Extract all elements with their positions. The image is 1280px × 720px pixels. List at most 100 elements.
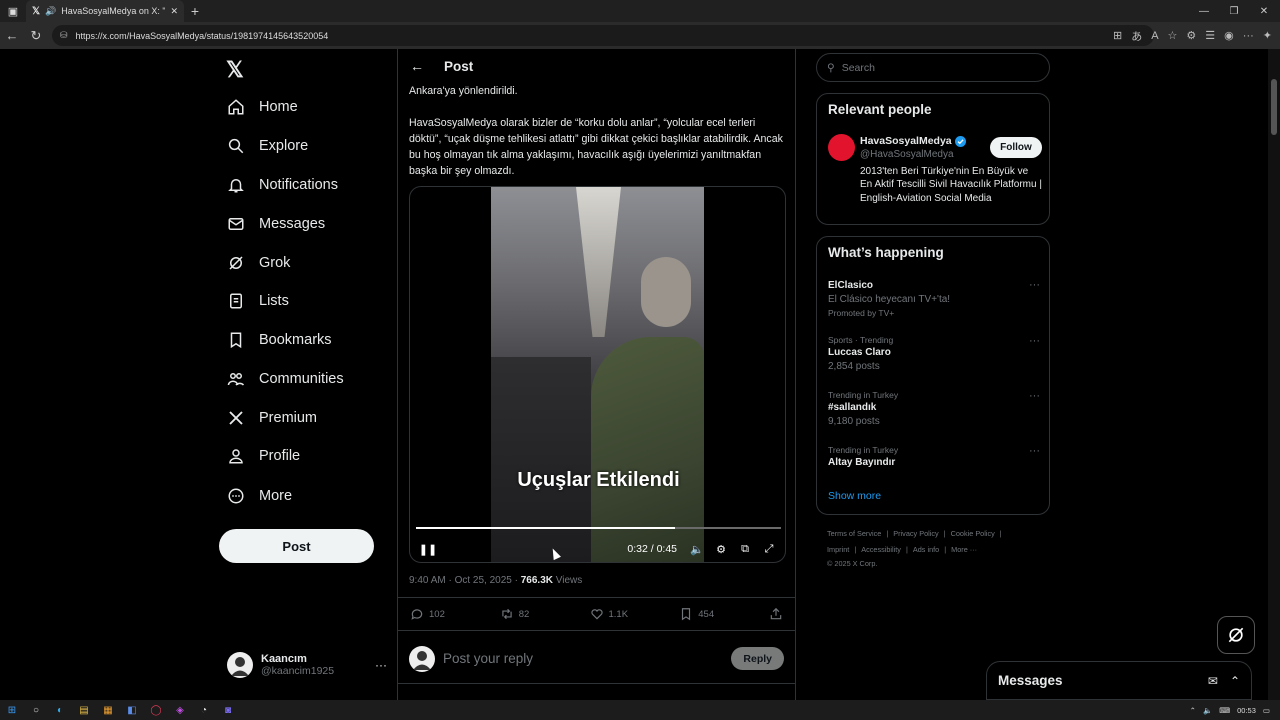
- browser-tab[interactable]: 𝕏 🔊 HavaSosyalMedya on X: "Ol... ✕: [26, 0, 184, 22]
- copilot-icon[interactable]: ✦: [1263, 29, 1272, 42]
- nav-item-home[interactable]: Home: [227, 92, 298, 122]
- profile-icon[interactable]: ◉: [1224, 29, 1234, 42]
- trend-more-icon[interactable]: ···: [1029, 445, 1040, 457]
- reply-button[interactable]: Reply: [731, 647, 784, 670]
- edge-icon[interactable]: ◐: [48, 700, 72, 720]
- video-frame: [491, 187, 704, 562]
- nav-item-communities[interactable]: Communities: [227, 364, 344, 394]
- share-action[interactable]: [769, 607, 783, 621]
- follow-button[interactable]: Follow: [990, 137, 1042, 158]
- person-avatar[interactable]: [828, 134, 855, 161]
- nav-item-lists[interactable]: Lists: [227, 286, 289, 316]
- repost-action[interactable]: 82: [500, 607, 590, 621]
- back-icon[interactable]: ←: [0, 28, 24, 43]
- volume-icon[interactable]: 🔈: [685, 543, 709, 556]
- new-tab-button[interactable]: +: [184, 3, 206, 19]
- restore-button[interactable]: ❐: [1218, 0, 1250, 22]
- scrollbar-thumb[interactable]: [1271, 79, 1277, 135]
- x-logo-icon[interactable]: 𝕏: [226, 57, 244, 83]
- trend-item[interactable]: Trending in Turkey Altay Bayındır ···: [828, 445, 1040, 470]
- discord-icon[interactable]: ◙: [216, 700, 240, 720]
- reply-input[interactable]: Post your reply: [443, 651, 723, 666]
- minimize-button[interactable]: —: [1188, 0, 1220, 22]
- split-view-icon[interactable]: ⊞: [1113, 29, 1122, 42]
- site-info-icon[interactable]: ⛁: [60, 30, 68, 41]
- video-settings-icon[interactable]: ⚙: [709, 543, 733, 556]
- fullscreen-icon[interactable]: ⤢: [757, 543, 781, 556]
- reply-action[interactable]: 102: [410, 607, 500, 621]
- show-more-link[interactable]: Show more: [828, 490, 881, 502]
- footer-link[interactable]: Cookie Policy: [951, 529, 995, 538]
- volume-tray-icon[interactable]: 🔈: [1203, 706, 1212, 715]
- post-button[interactable]: Post: [219, 529, 374, 563]
- person-name[interactable]: HavaSosyalMedya: [860, 135, 952, 147]
- account-more-icon[interactable]: ···: [375, 658, 387, 672]
- store-icon[interactable]: ▦: [96, 700, 120, 720]
- footer-link[interactable]: Ads info: [913, 545, 939, 554]
- post-timestamp[interactable]: 9:40 AM · Oct 25, 2025 ·: [409, 575, 521, 586]
- opera-icon[interactable]: ◯: [144, 700, 168, 720]
- favorite-star-icon[interactable]: ☆: [1168, 29, 1178, 42]
- url-field[interactable]: ⛁ https://x.com/HavaSosyalMedya/status/1…: [52, 25, 1154, 46]
- close-tab-icon[interactable]: ✕: [170, 6, 178, 17]
- keyboard-icon[interactable]: ⌨: [1219, 706, 1230, 715]
- outlook-icon[interactable]: ◧: [120, 700, 144, 720]
- nav-item-explore[interactable]: Explore: [227, 131, 308, 161]
- trend-more-icon[interactable]: ···: [1029, 279, 1040, 291]
- trend-more-icon[interactable]: ···: [1029, 335, 1040, 347]
- footer-link[interactable]: Terms of Service: [827, 529, 881, 538]
- window-menu-icon[interactable]: ▣: [0, 0, 26, 22]
- nav-item-premium[interactable]: Premium: [227, 403, 317, 433]
- trend-item[interactable]: Trending in Turkey #sallandık 9,180 posts ·…: [828, 390, 1040, 429]
- search-taskbar-icon[interactable]: ○: [24, 700, 48, 720]
- page-scrollbar[interactable]: [1268, 49, 1280, 700]
- speaker-icon[interactable]: 🔊: [45, 6, 56, 17]
- nav-item-notifications[interactable]: Notifications: [227, 170, 338, 200]
- settings-dots-icon[interactable]: ···: [1243, 30, 1254, 42]
- browser-toolbar: ⊞ あ A ☆ ⚙ ☰ ◉ ··· ✦: [1113, 25, 1272, 46]
- video-progress-bar[interactable]: [416, 527, 781, 529]
- clock-app-icon[interactable]: ◔: [192, 700, 216, 720]
- notifications-tray-icon[interactable]: ▭: [1263, 706, 1270, 715]
- translate-icon[interactable]: あ: [1131, 28, 1142, 44]
- footer-link[interactable]: Accessibility: [861, 545, 901, 554]
- repost-count: 82: [518, 608, 530, 620]
- messages-drawer[interactable]: Messages ✉ ⌃: [986, 661, 1252, 700]
- video-player[interactable]: Uçuşlar Etkilendi ❚❚ 0:32 / 0:45 🔈 ⚙ ⧉ ⤢: [409, 186, 786, 563]
- account-switcher[interactable]: Kaancım @kaancim1925 ···: [227, 652, 387, 678]
- dock-video-icon[interactable]: ⧉: [733, 543, 757, 556]
- nav-item-grok[interactable]: Grok: [227, 248, 290, 278]
- footer-link[interactable]: Imprint: [827, 545, 849, 554]
- new-message-icon[interactable]: ✉: [1208, 674, 1218, 688]
- grok-floating-button[interactable]: [1217, 616, 1255, 654]
- close-window-button[interactable]: ✕: [1248, 0, 1280, 22]
- refresh-icon[interactable]: ↻: [24, 28, 48, 44]
- read-aloud-icon[interactable]: A: [1151, 30, 1158, 42]
- nav-item-messages[interactable]: Messages: [227, 209, 325, 239]
- start-icon[interactable]: ⊞: [0, 700, 24, 720]
- bookmark-icon: [682, 608, 691, 621]
- trend-context: Sports · Trending: [828, 335, 894, 345]
- search-input[interactable]: ⚲ Search: [816, 53, 1050, 82]
- back-arrow-icon[interactable]: ←: [410, 58, 424, 74]
- favorites-icon[interactable]: ☰: [1205, 29, 1215, 42]
- nav-item-more[interactable]: More: [227, 481, 292, 511]
- tray-chevron-icon[interactable]: ⌃: [1190, 706, 1196, 715]
- clock[interactable]: 00:53: [1237, 706, 1256, 715]
- envelope-icon: [227, 215, 245, 233]
- nav-item-bookmarks[interactable]: Bookmarks: [227, 325, 332, 355]
- trend-item[interactable]: Sports · Trending Luccas Claro 2,854 posts…: [828, 335, 1040, 374]
- nav-item-profile[interactable]: Profile: [227, 441, 300, 471]
- like-action[interactable]: 1.1K: [590, 607, 680, 621]
- bookmark-action[interactable]: 454: [679, 607, 769, 621]
- app-icon[interactable]: ◈: [168, 700, 192, 720]
- trend-item[interactable]: ElClasico El Clásico heyecanı TV+'ta! Prom…: [828, 279, 1040, 320]
- trend-more-icon[interactable]: ···: [1029, 390, 1040, 402]
- footer-link[interactable]: More ···: [951, 545, 977, 554]
- reply-icon: [411, 609, 423, 620]
- extensions-icon[interactable]: ⚙: [1186, 29, 1196, 42]
- footer-link[interactable]: Privacy Policy: [893, 529, 938, 538]
- expand-icon[interactable]: ⌃: [1230, 674, 1240, 688]
- pause-icon[interactable]: ❚❚: [416, 543, 440, 556]
- file-explorer-icon[interactable]: ▤: [72, 700, 96, 720]
